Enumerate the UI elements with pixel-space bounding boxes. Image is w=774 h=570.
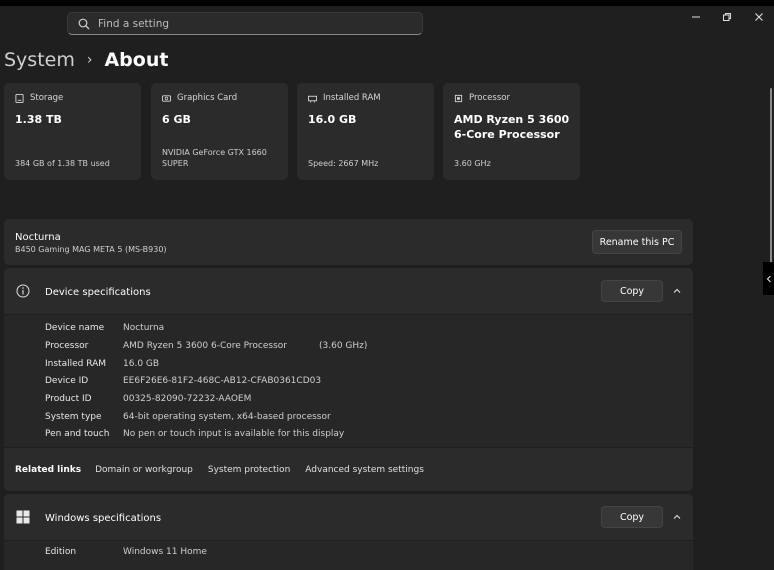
rename-pc-button[interactable]: Rename this PC xyxy=(592,230,682,254)
chevron-right-icon: › xyxy=(86,52,93,68)
device-model: B450 Gaming MAG META 5 (MS-B930) xyxy=(15,245,167,254)
device-specs-body: Device name Nocturna Processor AMD Ryzen… xyxy=(4,315,693,447)
spec-row: Installed RAM 16.0 GB xyxy=(45,359,159,369)
device-name-panel: Nocturna B450 Gaming MAG META 5 (MS-B930… xyxy=(4,219,693,265)
spec-key: Device name xyxy=(45,323,105,333)
spec-value[interactable]: Nocturna xyxy=(123,323,164,333)
card-sub: 3.60 GHz xyxy=(454,159,491,168)
spec-row: Product ID 00325-82090-72232-AAOEM xyxy=(45,394,251,404)
title-bar-strip xyxy=(0,0,774,6)
device-name: Nocturna xyxy=(15,232,61,243)
spec-value[interactable]: No pen or touch input is available for t… xyxy=(123,429,344,439)
spec-key: Product ID xyxy=(45,394,92,404)
processor-card[interactable]: Processor AMD Ryzen 5 3600 6-Core Proces… xyxy=(443,83,580,180)
spec-value[interactable]: Windows 11 Home xyxy=(123,547,207,557)
spec-row: Device name Nocturna xyxy=(45,323,164,333)
spec-row: Pen and touch No pen or touch input is a… xyxy=(45,429,344,439)
card-value: 6 GB xyxy=(162,113,191,126)
search-input[interactable] xyxy=(98,17,398,30)
storage-icon xyxy=(15,93,24,103)
storage-card[interactable]: Storage 1.38 TB 384 GB of 1.38 TB used xyxy=(4,83,141,180)
card-label: Installed RAM xyxy=(323,93,381,103)
spec-value[interactable]: 00325-82090-72232-AAOEM xyxy=(123,394,251,404)
copy-windows-specs-button[interactable]: Copy xyxy=(601,506,663,528)
close-icon xyxy=(755,13,763,21)
spec-value[interactable]: AMD Ryzen 5 3600 6-Core Processor xyxy=(123,341,287,351)
card-value: AMD Ryzen 5 3600 6-Core Processor xyxy=(454,113,570,141)
ram-card[interactable]: Installed RAM 16.0 GB Speed: 2667 MHz xyxy=(297,83,434,180)
spec-key: Pen and touch xyxy=(45,429,110,439)
related-links-label: Related links xyxy=(15,464,82,475)
minimize-button[interactable] xyxy=(687,9,705,25)
side-panel-handle[interactable] xyxy=(763,262,774,295)
graphics-card-card[interactable]: Graphics Card 6 GB NVIDIA GeForce GTX 16… xyxy=(151,83,288,180)
spec-row: System type 64-bit operating system, x64… xyxy=(45,412,331,422)
card-value: 16.0 GB xyxy=(308,113,357,126)
close-button[interactable] xyxy=(750,9,768,25)
spec-row: Device ID EE6F26E6-81F2-468C-AB12-CFAB03… xyxy=(45,376,321,386)
search-box[interactable] xyxy=(67,12,423,35)
device-specs-header[interactable]: Device specifications Copy xyxy=(4,268,693,314)
gpu-icon xyxy=(162,94,171,102)
copy-device-specs-button[interactable]: Copy xyxy=(601,280,663,302)
link-system-protection[interactable]: System protection xyxy=(208,465,290,475)
card-label: Storage xyxy=(30,93,64,103)
breadcrumb: System › About xyxy=(4,45,168,75)
card-sub: 384 GB of 1.38 TB used xyxy=(15,159,110,168)
related-links: Related links Domain or workgroup System… xyxy=(4,448,693,491)
card-value: 1.38 TB xyxy=(15,113,62,126)
spec-key: System type xyxy=(45,412,102,422)
spec-key: Device ID xyxy=(45,376,89,386)
card-label: Processor xyxy=(469,93,510,103)
device-specs-title: Device specifications xyxy=(45,287,151,298)
ram-icon xyxy=(308,95,317,103)
windows-logo-icon xyxy=(16,510,30,524)
search-icon xyxy=(78,18,90,29)
spec-extra: (3.60 GHz) xyxy=(319,341,368,351)
info-icon xyxy=(16,284,30,298)
spec-key: Installed RAM xyxy=(45,359,107,369)
spec-value[interactable]: 16.0 GB xyxy=(123,359,159,369)
spec-row: Processor AMD Ryzen 5 3600 6-Core Proces… xyxy=(45,341,445,351)
restore-icon xyxy=(723,13,731,21)
maximize-button[interactable] xyxy=(718,9,736,25)
breadcrumb-parent[interactable]: System xyxy=(4,49,75,71)
spec-row: Edition Windows 11 Home xyxy=(45,547,207,557)
page-title: About xyxy=(104,49,169,71)
scrollbar-thumb[interactable] xyxy=(770,88,772,268)
minimize-icon xyxy=(692,16,700,18)
spec-key: Processor xyxy=(45,341,89,351)
windows-specs-header[interactable]: Windows specifications Copy xyxy=(4,494,693,540)
windows-specs-body: Edition Windows 11 Home xyxy=(4,541,693,570)
link-domain-workgroup[interactable]: Domain or workgroup xyxy=(95,465,193,475)
windows-specs-title: Windows specifications xyxy=(45,513,162,524)
card-label: Graphics Card xyxy=(177,93,238,103)
spec-key: Edition xyxy=(45,547,77,557)
chevron-up-icon[interactable] xyxy=(672,512,682,522)
spec-value[interactable]: EE6F26E6-81F2-468C-AB12-CFAB0361CD03 xyxy=(123,376,321,386)
chevron-up-icon[interactable] xyxy=(672,286,682,296)
cpu-icon xyxy=(454,94,463,102)
card-sub: NVIDIA GeForce GTX 1660 SUPER xyxy=(162,148,267,168)
chevron-left-icon xyxy=(766,275,771,282)
spec-value[interactable]: 64-bit operating system, x64-based proce… xyxy=(123,412,331,422)
link-advanced-system-settings[interactable]: Advanced system settings xyxy=(305,465,424,475)
card-sub: Speed: 2667 MHz xyxy=(308,159,379,168)
